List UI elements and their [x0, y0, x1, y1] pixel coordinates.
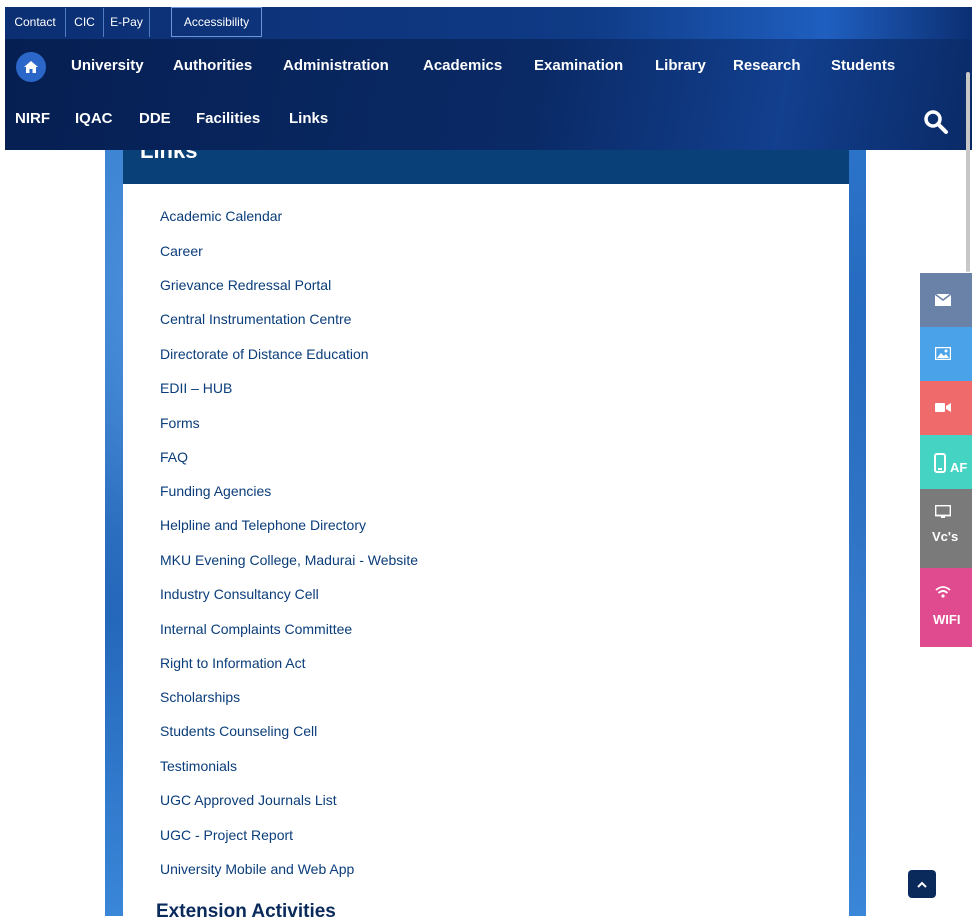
link-counseling-cell[interactable]: Students Counseling Cell: [160, 723, 317, 739]
link-evening-college[interactable]: MKU Evening College, Madurai - Website: [160, 552, 418, 568]
main-navigation: University Authorities Administration Ac…: [5, 39, 972, 150]
link-helpline-directory[interactable]: Helpline and Telephone Directory: [160, 517, 366, 533]
link-faq[interactable]: FAQ: [160, 449, 188, 465]
nav-administration[interactable]: Administration: [283, 57, 389, 74]
mail-side-button[interactable]: [920, 273, 972, 327]
nav-links[interactable]: Links: [289, 110, 328, 127]
panel-header: Links: [123, 150, 849, 184]
app-side-button[interactable]: AF: [920, 435, 972, 489]
extension-activities-heading: Extension Activities: [156, 901, 336, 922]
app-side-label: AF: [950, 460, 968, 475]
link-distance-education[interactable]: Directorate of Distance Education: [160, 346, 369, 362]
nav-library[interactable]: Library: [655, 57, 706, 74]
link-ugc-project-report[interactable]: UGC - Project Report: [160, 827, 293, 843]
nav-academics[interactable]: Academics: [423, 57, 502, 74]
link-mobile-web-app[interactable]: University Mobile and Web App: [160, 861, 354, 877]
link-rti[interactable]: Right to Information Act: [160, 655, 306, 671]
page-scrollbar[interactable]: [966, 72, 970, 272]
monitor-icon: [935, 505, 951, 518]
search-icon[interactable]: [923, 109, 949, 135]
video-camera-icon: [935, 403, 951, 412]
home-icon: [24, 61, 38, 73]
wifi-side-button[interactable]: WIFI: [920, 568, 972, 647]
link-scholarships[interactable]: Scholarships: [160, 689, 240, 705]
mobile-phone-icon: [934, 453, 946, 473]
wifi-side-label: WIFI: [933, 612, 961, 627]
cic-link[interactable]: CIC: [66, 8, 104, 37]
chevron-up-icon: [917, 881, 927, 888]
nav-students[interactable]: Students: [831, 57, 895, 74]
nav-nirf[interactable]: NIRF: [15, 110, 50, 127]
link-industry-consultancy[interactable]: Industry Consultancy Cell: [160, 586, 319, 602]
nav-examination[interactable]: Examination: [534, 57, 623, 74]
vc-side-button[interactable]: Vc's: [920, 489, 972, 568]
link-ugc-journals[interactable]: UGC Approved Journals List: [160, 792, 337, 808]
wifi-icon: [935, 586, 951, 598]
scroll-to-top-button[interactable]: [908, 870, 936, 898]
link-career[interactable]: Career: [160, 243, 203, 259]
nav-authorities[interactable]: Authorities: [173, 57, 252, 74]
gallery-side-button[interactable]: [920, 327, 972, 381]
link-edii-hub[interactable]: EDII – HUB: [160, 380, 232, 396]
vc-side-label: Vc's: [932, 529, 959, 544]
nav-university[interactable]: University: [71, 57, 144, 74]
home-button[interactable]: [16, 52, 46, 82]
envelope-icon: [935, 294, 951, 306]
link-grievance-portal[interactable]: Grievance Redressal Portal: [160, 277, 331, 293]
panel-title: Links: [140, 150, 198, 163]
video-side-button[interactable]: [920, 381, 972, 435]
epay-link[interactable]: E-Pay: [104, 8, 150, 37]
image-icon: [935, 347, 951, 360]
nav-dde[interactable]: DDE: [139, 110, 171, 127]
contact-link[interactable]: Contact: [5, 8, 66, 37]
links-panel: Academic Calendar Career Grievance Redre…: [123, 184, 849, 922]
link-testimonials[interactable]: Testimonials: [160, 758, 237, 774]
link-funding-agencies[interactable]: Funding Agencies: [160, 483, 271, 499]
nav-iqac[interactable]: IQAC: [75, 110, 113, 127]
nav-facilities[interactable]: Facilities: [196, 110, 260, 127]
link-internal-complaints[interactable]: Internal Complaints Committee: [160, 621, 352, 637]
link-central-instrumentation[interactable]: Central Instrumentation Centre: [160, 311, 351, 327]
nav-research[interactable]: Research: [733, 57, 801, 74]
link-academic-calendar[interactable]: Academic Calendar: [160, 208, 282, 224]
accessibility-link[interactable]: Accessibility: [171, 7, 262, 37]
link-forms[interactable]: Forms: [160, 415, 200, 431]
top-utility-bar: Contact CIC E-Pay Accessibility: [5, 7, 972, 39]
